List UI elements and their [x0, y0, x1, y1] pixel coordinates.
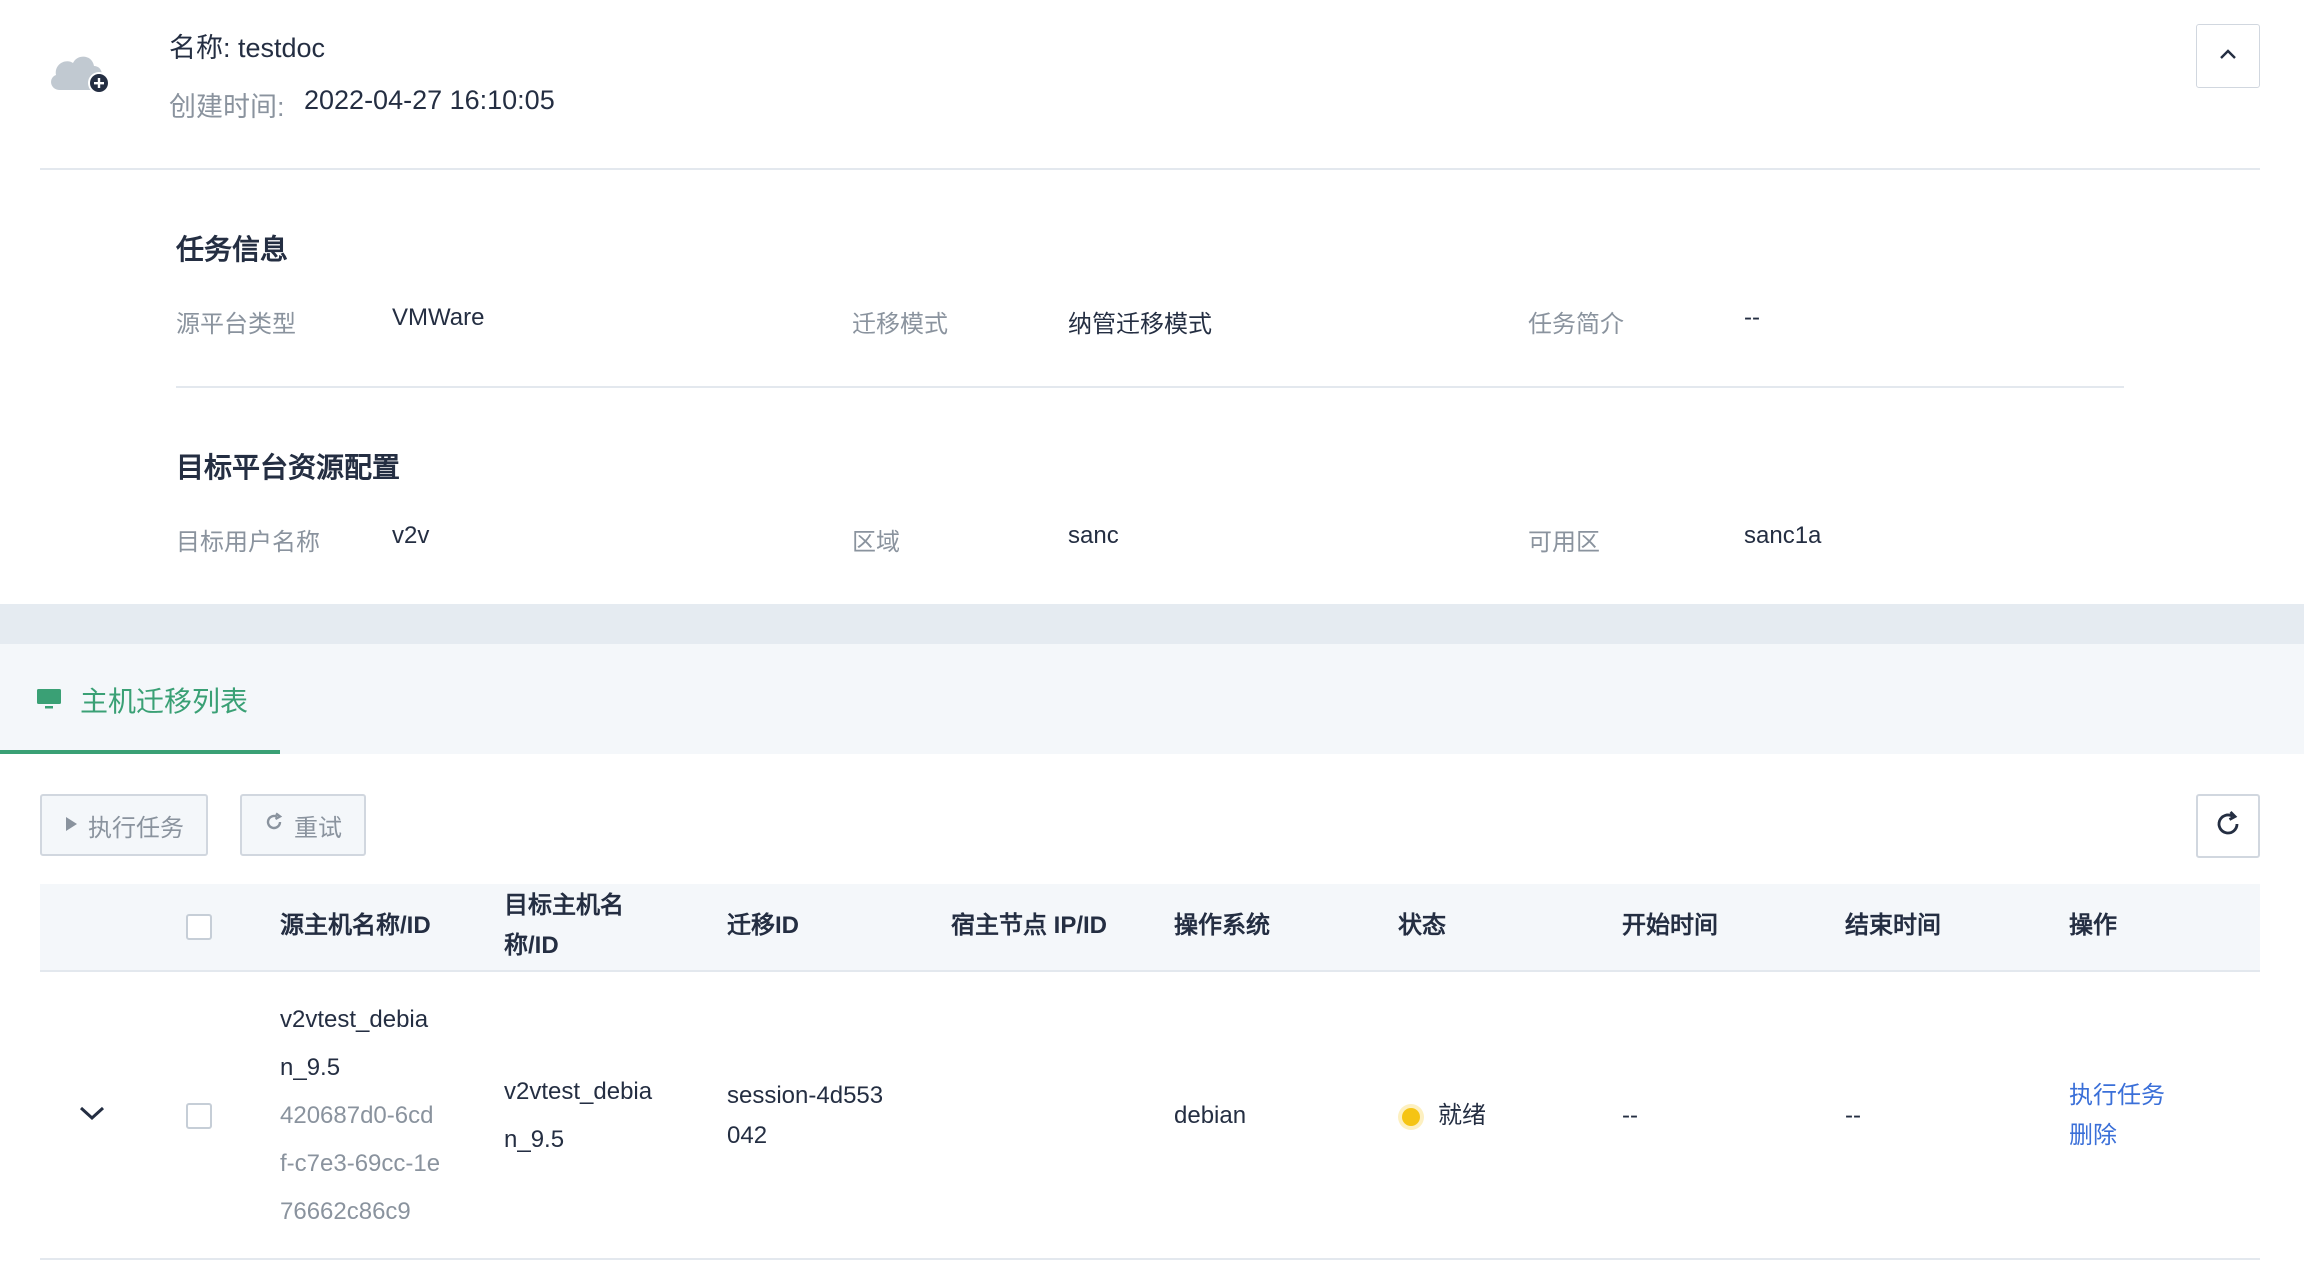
- target-config-title: 目标平台资源配置: [176, 452, 401, 483]
- source-host-id-line1: 420687d0-6cd: [280, 1102, 434, 1129]
- migration-id-line1: session-4d553: [727, 1082, 884, 1109]
- column-header-target-host: 目标主机名 称/ID: [504, 886, 624, 966]
- execute-task-label: 执行任务: [88, 814, 184, 842]
- tab-host-migration-list[interactable]: 主机迁移列表: [80, 680, 248, 720]
- migration-id-cell: session-4d553 042: [727, 1076, 883, 1156]
- source-host-id-line3: 76662c86c9: [280, 1198, 411, 1225]
- column-header-start-time: 开始时间: [1622, 912, 1718, 939]
- migration-id-line2: 042: [727, 1122, 768, 1149]
- column-header-end-time: 结束时间: [1845, 912, 1941, 939]
- column-header-target-host-line1: 目标主机名: [504, 892, 624, 919]
- column-header-actions: 操作: [2069, 912, 2117, 939]
- start-time-cell: --: [1622, 1102, 1638, 1129]
- column-header-source-host: 源主机名称/ID: [280, 912, 431, 939]
- zone-value: sanc1a: [1744, 522, 1822, 549]
- tab-bar: [0, 644, 2304, 754]
- end-time-cell: --: [1845, 1102, 1861, 1129]
- os-cell: debian: [1174, 1102, 1247, 1129]
- section-divider: [176, 386, 2124, 388]
- region-label: 区域: [852, 529, 900, 556]
- play-icon: [64, 811, 78, 839]
- task-desc-value: --: [1744, 304, 1760, 331]
- page-title: 名称: testdoc: [169, 33, 326, 63]
- monitor-icon: [36, 688, 62, 710]
- column-header-host-node: 宿主节点 IP/ID: [951, 912, 1108, 939]
- retry-icon: [264, 811, 284, 839]
- source-host-id-line2: f-c7e3-69cc-1e: [280, 1150, 441, 1177]
- source-platform-label: 源平台类型: [176, 311, 296, 338]
- cloud-add-icon: [46, 42, 116, 102]
- migration-mode-label: 迁移模式: [852, 311, 948, 338]
- chevron-up-icon: [2219, 47, 2237, 65]
- target-user-label: 目标用户名称: [176, 529, 320, 556]
- status-dot-icon: [1402, 1108, 1420, 1126]
- task-desc-label: 任务简介: [1528, 311, 1624, 338]
- execute-task-button[interactable]: 执行任务: [40, 794, 208, 856]
- column-header-status: 状态: [1398, 912, 1446, 939]
- header-divider: [40, 168, 2260, 170]
- active-tab-indicator: [0, 750, 280, 754]
- row-divider: [40, 1258, 2260, 1260]
- migration-mode-value: 纳管迁移模式: [1068, 311, 1212, 338]
- row-execute-task-link[interactable]: 执行任务: [2069, 1076, 2165, 1116]
- select-all-checkbox[interactable]: [186, 914, 212, 940]
- target-user-value: v2v: [392, 522, 430, 549]
- row-checkbox[interactable]: [186, 1103, 212, 1129]
- zone-label: 可用区: [1528, 529, 1600, 556]
- retry-button[interactable]: 重试: [240, 794, 366, 856]
- created-time-label: 创建时间:: [169, 92, 285, 122]
- task-info-title: 任务信息: [176, 234, 289, 265]
- row-delete-link[interactable]: 删除: [2069, 1116, 2165, 1156]
- target-host-name-line1: v2vtest_debia: [504, 1078, 653, 1105]
- column-header-target-host-line2: 称/ID: [504, 932, 559, 959]
- source-platform-value: VMWare: [392, 304, 485, 331]
- region-value: sanc: [1068, 522, 1119, 549]
- expand-row-button[interactable]: [78, 1104, 106, 1127]
- created-time-value: 2022-04-27 16:10:05: [304, 85, 555, 115]
- column-header-migration-id: 迁移ID: [727, 912, 799, 939]
- chevron-down-icon: [78, 1106, 106, 1126]
- section-separator-band: [0, 604, 2304, 644]
- source-host-name-line1: v2vtest_debia: [280, 1006, 429, 1033]
- column-header-os: 操作系统: [1174, 912, 1270, 939]
- retry-label: 重试: [294, 814, 342, 842]
- actions-cell: 执行任务 删除: [2069, 1076, 2165, 1156]
- source-host-name-line2: n_9.5: [280, 1054, 341, 1081]
- target-host-cell: v2vtest_debia n_9.5: [504, 1068, 652, 1164]
- status-badge: 就绪: [1438, 1102, 1486, 1129]
- collapse-button[interactable]: [2196, 24, 2260, 88]
- refresh-icon: [2213, 809, 2243, 844]
- target-host-name-line2: n_9.5: [504, 1126, 565, 1153]
- source-host-cell: v2vtest_debia n_9.5 420687d0-6cd f-c7e3-…: [280, 996, 440, 1236]
- refresh-button[interactable]: [2196, 794, 2260, 858]
